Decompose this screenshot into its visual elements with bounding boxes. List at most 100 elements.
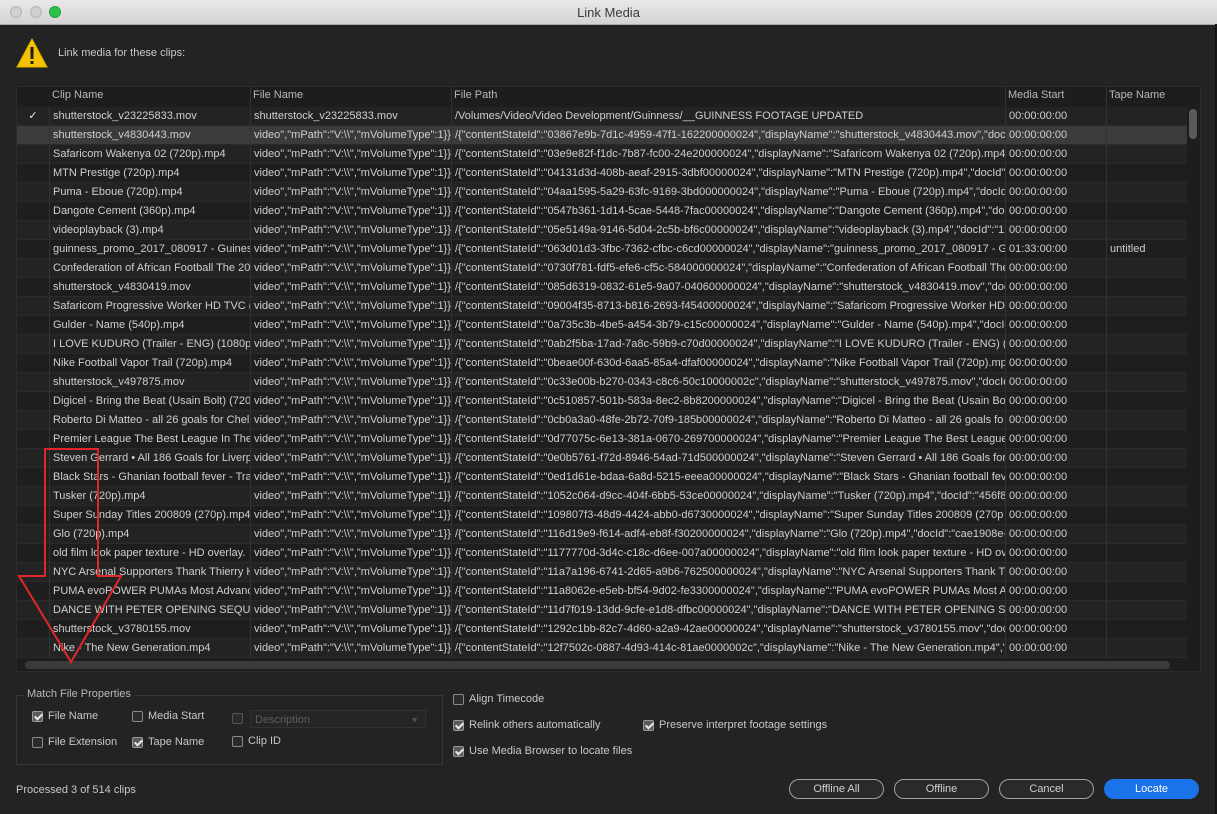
file-name-cell: video","mPath":"V:\\","mVolumeType":1}} <box>250 354 451 373</box>
table-row[interactable]: Dangote Cement (360p).mp4 video","mPath":… <box>17 202 1187 221</box>
file-name-cell: video","mPath":"V:\\","mVolumeType":1}} <box>250 240 451 259</box>
checkbox-checked[interactable] <box>643 719 654 731</box>
media-start-cell: 00:00:00:00 <box>1005 126 1106 145</box>
column-header-file-name[interactable]: File Name <box>253 89 303 101</box>
clip-name-cell: Digicel - Bring the Beat (Usain Bolt) (7… <box>49 392 250 411</box>
row-check-cell <box>17 183 49 202</box>
table-row[interactable]: MTN Prestige (720p).mp4 video","mPath":"V… <box>17 164 1187 183</box>
file-path-cell: /{"contentStateId":"0ab2f5ba-17ad-7a8c-5… <box>451 335 1005 354</box>
cancel-button[interactable]: Cancel <box>999 779 1094 799</box>
file-path-cell: /{"contentStateId":"0a735c3b-4be5-a454-3… <box>451 316 1005 335</box>
file-extension-checkbox[interactable]: File Extension <box>32 736 117 748</box>
checkbox-unchecked[interactable] <box>453 693 464 705</box>
table-row[interactable]: NYC Arsenal Supporters Thank Thierry Hvi… <box>17 563 1187 582</box>
table-row[interactable]: Tusker (720p).mp4 video","mPath":"V:\\","… <box>17 487 1187 506</box>
row-check-cell <box>17 392 49 411</box>
tape-name-cell <box>1106 373 1187 392</box>
table-row[interactable]: Confederation of African Football The 20… <box>17 259 1187 278</box>
clip-id-checkbox[interactable]: Clip ID <box>232 735 281 747</box>
media-start-cell: 00:00:00:00 <box>1005 620 1106 639</box>
file-path-cell: /{"contentStateId":"0beae00f-630d-6aa5-8… <box>451 354 1005 373</box>
table-row[interactable]: Super Sunday Titles 200809 (270p).mp4 vid… <box>17 506 1187 525</box>
table-row[interactable]: Gulder - Name (540p).mp4 video","mPath":"… <box>17 316 1187 335</box>
file-extension-label: File Extension <box>48 736 118 748</box>
column-header-tape-name[interactable]: Tape Name <box>1109 89 1165 101</box>
row-check-cell <box>17 620 49 639</box>
file-name-cell: video","mPath":"V:\\","mVolumeType":1}} <box>250 164 451 183</box>
table-row[interactable]: I LOVE KUDURO (Trailer - ENG) (1080p). vi… <box>17 335 1187 354</box>
table-row[interactable]: shutterstock_v4830419.mov video","mPath":… <box>17 278 1187 297</box>
file-path-cell: /{"contentStateId":"0c510857-501b-583a-8… <box>451 392 1005 411</box>
checkbox-checked[interactable] <box>32 710 43 722</box>
clip-name-cell: guinness_promo_2017_080917 - Guines <box>49 240 250 259</box>
table-row[interactable]: guinness_promo_2017_080917 - Guines video… <box>17 240 1187 259</box>
file-name-cell: video","mPath":"V:\\","mVolumeType":1}} <box>250 411 451 430</box>
locate-button[interactable]: Locate <box>1104 779 1199 799</box>
clip-name-cell: Roberto Di Matteo - all 26 goals for Che… <box>49 411 250 430</box>
preserve-interpret-checkbox[interactable]: Preserve interpret footage settings <box>643 719 827 731</box>
table-row[interactable]: Nike Football Vapor Trail (720p).mp4 vide… <box>17 354 1187 373</box>
table-row[interactable]: Nike - The New Generation.mp4 video","mPa… <box>17 639 1187 658</box>
media-start-checkbox[interactable]: Media Start <box>132 710 204 722</box>
preserve-interpret-label: Preserve interpret footage settings <box>659 719 828 731</box>
checkbox-unchecked[interactable] <box>132 710 143 722</box>
table-row[interactable]: Safaricom Wakenya 02 (720p).mp4 video","m… <box>17 145 1187 164</box>
file-name-cell: video","mPath":"V:\\","mVolumeType":1}} <box>250 525 451 544</box>
clip-name-cell: shutterstock_v4830419.mov <box>49 278 250 297</box>
align-timecode-checkbox[interactable]: Align Timecode <box>453 693 544 705</box>
column-header-clip-name[interactable]: Clip Name <box>52 89 103 101</box>
table-row[interactable]: ✓ shutterstock_v23225833.mov shutterstock_… <box>17 107 1187 126</box>
vertical-scrollbar[interactable] <box>1189 109 1197 139</box>
tape-name-cell <box>1106 582 1187 601</box>
table-row[interactable]: Digicel - Bring the Beat (Usain Bolt) (7… <box>17 392 1187 411</box>
table-row[interactable]: shutterstock_v497875.mov video","mPath":"… <box>17 373 1187 392</box>
description-checkbox[interactable] <box>232 713 248 724</box>
table-row[interactable]: Safaricom Progressive Worker HD TVC (1 vi… <box>17 297 1187 316</box>
checkbox-unchecked[interactable] <box>232 713 243 724</box>
checkbox-unchecked[interactable] <box>232 735 243 747</box>
tape-name-checkbox[interactable]: Tape Name <box>132 736 204 748</box>
relink-others-checkbox[interactable]: Relink others automatically <box>453 719 600 731</box>
use-media-browser-checkbox[interactable]: Use Media Browser to locate files <box>453 745 632 757</box>
clip-table[interactable]: Clip Name File Name File Path Media Star… <box>16 86 1201 672</box>
checkbox-checked[interactable] <box>132 736 143 748</box>
table-row[interactable]: Black Stars - Ghanian football fever - T… <box>17 468 1187 487</box>
description-dropdown-value: Description <box>255 714 311 726</box>
column-header-media-start[interactable]: Media Start <box>1008 89 1064 101</box>
table-row[interactable]: Premier League The Best League In The Wv… <box>17 430 1187 449</box>
table-row[interactable]: old film look paper texture - HD overlay… <box>17 544 1187 563</box>
checkbox-unchecked[interactable] <box>32 736 43 748</box>
file-path-cell: /{"contentStateId":"085d6319-0832-61e5-9… <box>451 278 1005 297</box>
table-row[interactable]: Puma - Eboue (720p).mp4 video","mPath":"V… <box>17 183 1187 202</box>
table-row[interactable]: shutterstock_v3780155.mov video","mPath":… <box>17 620 1187 639</box>
title-bar: Link Media <box>0 0 1217 25</box>
column-header-file-path[interactable]: File Path <box>454 89 497 101</box>
file-name-checkbox[interactable]: File Name <box>32 710 98 722</box>
table-row[interactable]: PUMA evoPOWER PUMAs Most Advanc video","m… <box>17 582 1187 601</box>
clip-id-label: Clip ID <box>248 735 282 747</box>
table-row[interactable]: DANCE WITH PETER OPENING SEQUENCvideo","… <box>17 601 1187 620</box>
tape-name-cell <box>1106 354 1187 373</box>
file-path-cell: /{"contentStateId":"12f7502c-0887-4d93-4… <box>451 639 1005 658</box>
file-path-cell: /{"contentStateId":"1292c1bb-82c7-4d60-a… <box>451 620 1005 639</box>
row-check-cell <box>17 335 49 354</box>
row-check-cell <box>17 145 49 164</box>
table-row[interactable]: videoplayback (3).mp4 video","mPath":"V:\… <box>17 221 1187 240</box>
offline-button[interactable]: Offline <box>894 779 989 799</box>
clip-name-cell: shutterstock_v4830443.mov <box>49 126 250 145</box>
table-row[interactable]: Glo (720p).mp4 video","mPath":"V:\\","mVo… <box>17 525 1187 544</box>
clip-name-cell: Safaricom Wakenya 02 (720p).mp4 <box>49 145 250 164</box>
horizontal-scroll-thumb[interactable] <box>25 661 1170 669</box>
horizontal-scrollbar[interactable] <box>25 661 1170 669</box>
checkbox-checked[interactable] <box>453 719 464 731</box>
media-start-cell: 00:00:00:00 <box>1005 506 1106 525</box>
checkbox-checked[interactable] <box>453 745 464 757</box>
table-row[interactable]: Roberto Di Matteo - all 26 goals for Che… <box>17 411 1187 430</box>
file-path-cell: /{"contentStateId":"0730f781-fdf5-efe6-c… <box>451 259 1005 278</box>
file-name-cell: video","mPath":"V:\\","mVolumeType":1}} <box>250 316 451 335</box>
table-row[interactable]: Steven Gerrard • All 186 Goals for Liver… <box>17 449 1187 468</box>
tape-name-cell <box>1106 411 1187 430</box>
table-row[interactable]: shutterstock_v4830443.mov video","mPath":… <box>17 126 1187 145</box>
file-path-cell: /{"contentStateId":"11a8062e-e5eb-bf54-9… <box>451 582 1005 601</box>
offline-all-button[interactable]: Offline All <box>789 779 884 799</box>
